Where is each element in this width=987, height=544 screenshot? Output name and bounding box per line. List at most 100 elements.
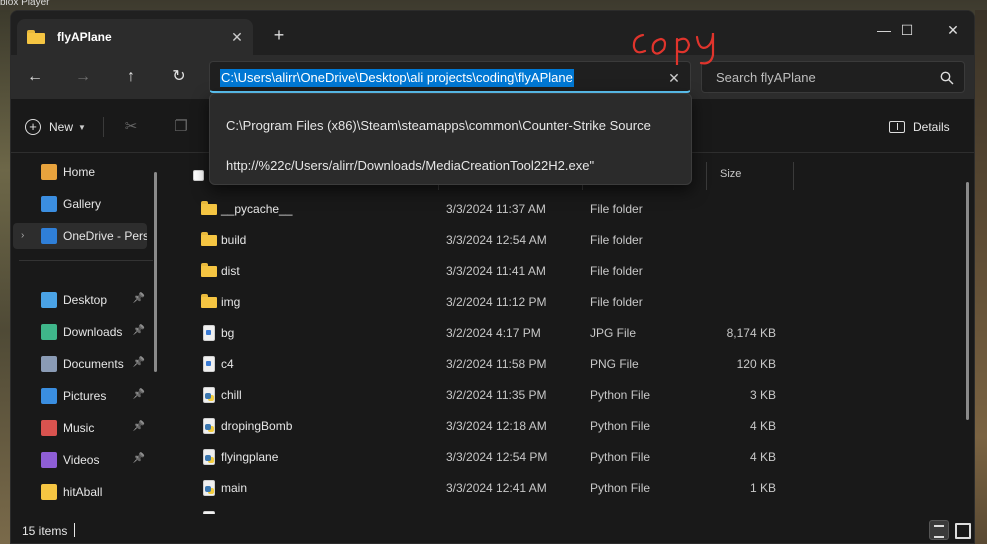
scissors-icon[interactable]: ✂ — [121, 117, 141, 137]
address-suggestion-item[interactable]: C:\Program Files (x86)\Steam\steamapps\c… — [226, 118, 651, 133]
close-window-button[interactable]: ✕ — [930, 15, 974, 45]
folder-icon — [201, 201, 217, 217]
file-size: 4 KB — [749, 450, 776, 464]
file-name: dropingBomb — [221, 419, 293, 433]
search-icon[interactable] — [940, 71, 954, 85]
select-all-checkbox[interactable] — [193, 170, 204, 181]
file-list-scrollbar[interactable] — [966, 182, 969, 420]
sidebar-item-music[interactable]: Music 📌 — [19, 415, 147, 441]
maximize-button[interactable]: ☐ — [884, 15, 930, 45]
sidebar-divider — [19, 260, 153, 261]
sidebar-item-label: Music — [63, 421, 95, 435]
sidebar-scrollbar[interactable] — [154, 172, 157, 372]
pin-icon[interactable]: 📌 — [133, 421, 145, 432]
python-file-icon — [203, 418, 215, 434]
search-input[interactable]: Search flyAPlane — [716, 70, 816, 85]
new-label: New — [49, 120, 74, 134]
clear-address-icon[interactable]: ✕ — [664, 68, 684, 88]
pin-icon[interactable]: 📌 — [133, 325, 145, 336]
address-input[interactable]: C:\Users\alirr\OneDrive\Desktop\ali proj… — [220, 69, 574, 87]
file-date: 3/3/2024 12:54 AM — [446, 233, 547, 247]
status-bar: 15 items — [11, 514, 974, 543]
folder-icon — [41, 484, 57, 500]
folder-icon — [201, 232, 217, 248]
sidebar-item-label: Desktop — [63, 293, 108, 307]
pin-icon[interactable]: 📌 — [133, 357, 145, 368]
copy-icon[interactable]: ❐ — [171, 117, 191, 137]
refresh-button[interactable]: ↻ — [165, 65, 193, 89]
file-row[interactable]: build 3/3/2024 12:54 AM File folder — [179, 224, 799, 255]
forward-button[interactable]: → — [69, 65, 97, 89]
desktop-background-left — [0, 10, 10, 544]
new-tab-button[interactable]: + — [269, 25, 289, 45]
file-row[interactable]: c4 3/2/2024 11:58 PM PNG File 120 KB — [179, 348, 799, 379]
file-name: main — [221, 481, 248, 495]
copy-annotation: copy — [632, 32, 715, 65]
new-button[interactable]: + New ▼ — [25, 117, 86, 137]
file-name: __pycache__ — [221, 202, 293, 216]
file-type: File folder — [590, 202, 643, 216]
tab-flyaplane[interactable]: flyAPlane ✕ — [17, 19, 253, 55]
file-date: 3/3/2024 11:41 AM — [446, 264, 546, 278]
file-row[interactable]: main 3/3/2024 12:41 AM Python File 1 KB — [179, 472, 799, 503]
pin-icon[interactable]: 📌 — [133, 453, 145, 464]
file-date: 3/3/2024 11:37 AM — [446, 202, 546, 216]
sidebar-item-gallery[interactable]: Gallery — [19, 191, 147, 217]
python-file-icon — [203, 387, 215, 403]
file-row[interactable]: bg 3/2/2024 4:17 PM JPG File 8,174 KB — [179, 317, 799, 348]
sidebar-item-home[interactable]: Home — [19, 159, 147, 185]
file-date: 3/2/2024 11:58 PM — [446, 357, 547, 371]
file-row[interactable]: dist 3/3/2024 11:41 AM File folder — [179, 255, 799, 286]
file-date: 3/2/2024 11:35 PM — [446, 388, 547, 402]
toolbar-divider — [103, 117, 104, 137]
sidebar-item-videos[interactable]: Videos 📌 — [19, 447, 147, 473]
sidebar-item-onedrive[interactable]: › OneDrive - Personal — [13, 223, 147, 249]
sidebar-item-downloads[interactable]: Downloads 📌 — [19, 319, 147, 345]
status-divider — [74, 523, 75, 537]
file-size: 3 KB — [749, 388, 776, 402]
file-row[interactable]: __pycache__ 3/3/2024 11:37 AM File folder — [179, 193, 799, 224]
file-type: Python File — [590, 450, 651, 464]
file-date: 3/2/2024 11:12 PM — [446, 295, 547, 309]
home-icon — [41, 164, 57, 180]
tab-title: flyAPlane — [57, 30, 112, 44]
sidebar-item-pictures[interactable]: Pictures 📌 — [19, 383, 147, 409]
file-date: 3/3/2024 12:54 PM — [446, 450, 548, 464]
python-file-icon — [203, 480, 215, 496]
file-list: Size __pycache__ 3/3/2024 11:37 AM File fo… — [179, 154, 969, 527]
file-date: 3/3/2024 12:18 AM — [446, 419, 547, 433]
sidebar-item-documents[interactable]: Documents 📌 — [19, 351, 147, 377]
navigation-pane: HomeGallery›OneDrive - PersonalDesktop📌D… — [11, 154, 161, 514]
column-header-size[interactable]: Size — [720, 168, 741, 180]
file-row[interactable]: img 3/2/2024 11:12 PM File folder — [179, 286, 799, 317]
sidebar-item-label: Downloads — [63, 325, 123, 339]
sidebar-item-desktop[interactable]: Desktop 📌 — [19, 287, 147, 313]
back-button[interactable]: ← — [21, 65, 49, 89]
details-label: Details — [913, 120, 950, 134]
python-file-icon — [203, 449, 215, 465]
address-bar[interactable]: C:\Users\alirr\OneDrive\Desktop\ali proj… — [209, 61, 691, 93]
chevron-right-icon[interactable]: › — [21, 230, 24, 241]
file-name: dist — [221, 264, 240, 278]
close-tab-icon[interactable]: ✕ — [227, 27, 247, 47]
file-row[interactable]: chill 3/2/2024 11:35 PM Python File 3 KB — [179, 379, 799, 410]
item-count: 15 items — [22, 524, 68, 538]
downloads-icon — [41, 324, 57, 340]
details-view-button[interactable] — [929, 520, 949, 540]
file-row[interactable]: flyingplane 3/3/2024 12:54 PM Python File 4… — [179, 441, 799, 472]
up-button[interactable]: ↑ — [117, 65, 145, 89]
videos-icon — [41, 452, 57, 468]
image-file-icon — [203, 356, 215, 372]
title-bar: flyAPlane ✕ + — ☐ ✕ — [11, 11, 974, 55]
file-row[interactable]: dropingBomb 3/3/2024 12:18 AM Python File 4… — [179, 410, 799, 441]
sidebar-item-hitaball[interactable]: hitAball — [19, 479, 147, 505]
folder-icon — [201, 294, 217, 310]
search-box[interactable]: Search flyAPlane — [701, 61, 965, 93]
address-suggestion-item[interactable]: http://%22c/Users/alirr/Downloads/MediaC… — [226, 158, 594, 173]
column-divider — [793, 162, 794, 190]
details-button[interactable]: Details — [889, 117, 950, 137]
pin-icon[interactable]: 📌 — [133, 293, 145, 304]
tiles-view-button[interactable] — [952, 520, 972, 540]
sidebar-item-label: Gallery — [63, 197, 102, 211]
pin-icon[interactable]: 📌 — [133, 389, 145, 400]
